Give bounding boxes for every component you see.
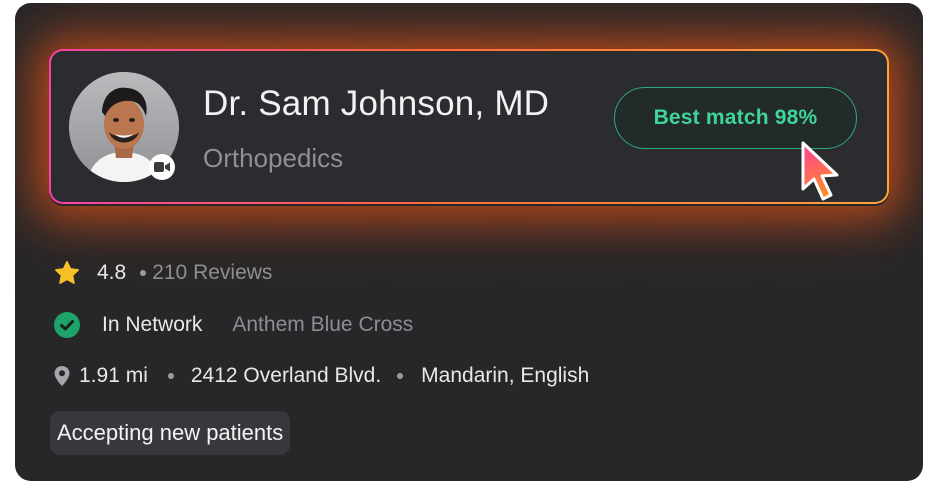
separator-dot (397, 373, 404, 379)
network-status: In Network (102, 313, 203, 336)
avatar-container[interactable] (69, 72, 179, 182)
languages: Mandarin, English (421, 364, 590, 387)
best-match-label: Best match 98% (653, 106, 818, 129)
profile-header[interactable]: Dr. Sam Johnson, MD Orthopedics Best mat… (49, 49, 889, 204)
separator-dot (140, 270, 147, 276)
rating-row: 4.8 210 Reviews (53, 259, 272, 287)
doctor-card[interactable]: Dr. Sam Johnson, MD Orthopedics Best mat… (15, 3, 923, 481)
separator-dot (167, 373, 174, 379)
star-icon (53, 259, 81, 287)
accepting-patients-badge: Accepting new patients (50, 411, 291, 455)
insurance-row: In Network Anthem Blue Cross (53, 311, 413, 339)
map-pin-icon (53, 365, 71, 387)
doctor-specialty: Orthopedics (203, 143, 344, 173)
video-camera-icon (154, 162, 170, 172)
insurance-plan: Anthem Blue Cross (232, 313, 414, 336)
distance: 1.91 mi (79, 364, 148, 387)
location-row: 1.91 mi 2412 Overland Blvd. Mandarin, En… (53, 364, 589, 388)
pointer-cursor-icon (801, 141, 839, 201)
review-count[interactable]: 210 Reviews (152, 261, 272, 285)
doctor-name: Dr. Sam Johnson, MD (203, 84, 550, 123)
video-visit-badge (149, 154, 175, 180)
check-circle-icon (53, 311, 81, 339)
address[interactable]: 2412 Overland Blvd. (191, 364, 381, 388)
accepting-patients-label: Accepting new patients (57, 420, 284, 445)
best-match-button[interactable]: Best match 98% (614, 87, 857, 149)
rating-score: 4.8 (97, 261, 127, 284)
